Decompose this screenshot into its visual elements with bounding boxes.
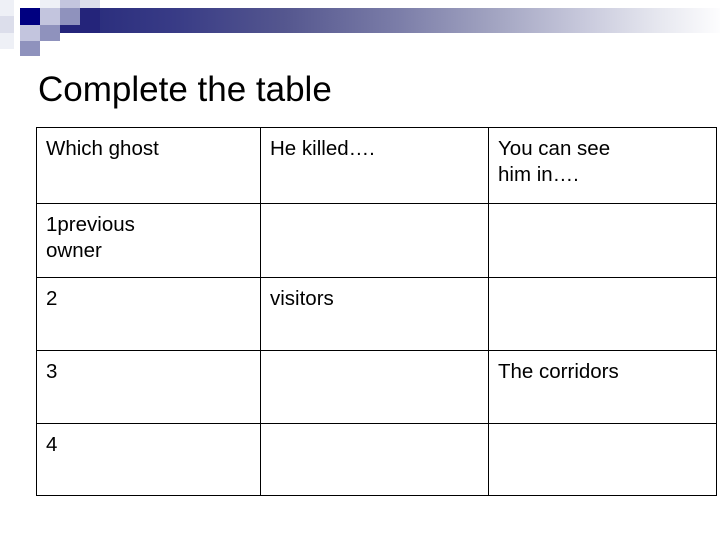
table-body: Which ghost He killed…. You can see him i… [36,127,717,496]
cell-blank [498,286,716,312]
cell-killed[interactable] [260,203,489,278]
header-cell-killed[interactable]: He killed…. [260,127,489,204]
decor-square [0,33,14,49]
decor-square [0,0,14,16]
cell-text-line: 3 [46,360,58,383]
cell-text-line: He killed…. [270,137,381,160]
decor-square [20,41,40,56]
cell-ghost[interactable]: 3 [36,350,261,424]
cell-blank [270,359,488,385]
table-row-row-2: 2 visitors [36,277,717,351]
cell-blank [270,212,488,238]
cell-blank [270,432,488,458]
cell-text-line: him in…. [498,163,585,186]
cell-text-line: 2 [46,287,58,310]
cell-text-line: owner [46,239,102,262]
header-gradient-bar [100,8,720,33]
complete-the-table: Which ghost He killed…. You can see him i… [36,127,717,496]
decor-square [80,0,100,8]
decor-square [0,16,14,33]
table-header-row: Which ghost He killed…. You can see him i… [36,127,717,204]
header-cell-ghost[interactable]: Which ghost [36,127,261,204]
table-row-row-1: 1previous owner [36,203,717,278]
decor-square [80,8,100,25]
cell-seen[interactable] [488,203,717,278]
cell-killed[interactable] [260,423,489,496]
cell-blank [498,212,716,238]
decor-square [40,25,60,41]
cell-ghost[interactable]: 4 [36,423,261,496]
table-row-row-4: 4 [36,423,717,496]
decor-square [60,0,80,8]
decor-square-accent [20,8,40,25]
cell-killed[interactable]: visitors [260,277,489,351]
decor-square [60,25,100,33]
decor-square [60,8,80,25]
cell-text-line: The corridors [498,360,619,383]
cell-ghost[interactable]: 1previous owner [36,203,261,278]
cell-text-line: visitors [270,287,334,310]
cell-ghost[interactable]: 2 [36,277,261,351]
decor-square [20,25,40,41]
cell-seen[interactable]: The corridors [488,350,717,424]
cell-killed[interactable] [260,350,489,424]
cell-text-line: 1previous [46,213,135,236]
cell-text-line: You can see [498,137,611,160]
cell-text-line: 4 [46,433,58,456]
cell-seen[interactable] [488,423,717,496]
cell-seen[interactable] [488,277,717,351]
slide-header-decoration [0,0,720,56]
decor-square [40,0,60,8]
header-cell-seen[interactable]: You can see him in…. [488,127,717,204]
table-row-row-3: 3 The corridors [36,350,717,424]
cell-blank [498,432,716,458]
cell-text-line: Which ghost [46,137,159,160]
page-title: Complete the table [38,70,332,109]
decor-square [40,8,60,25]
